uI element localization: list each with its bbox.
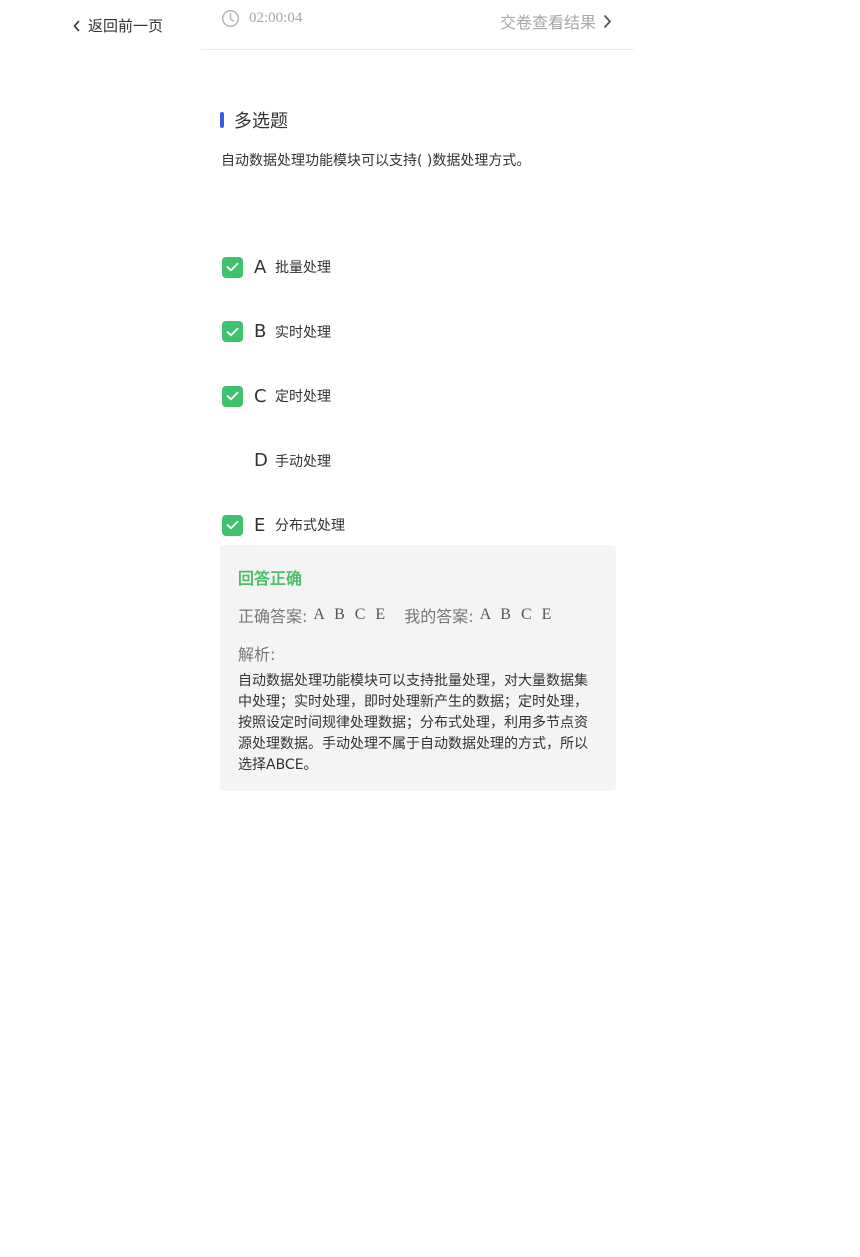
option-text: 批量处理 (275, 260, 331, 277)
accent-bar (220, 112, 224, 128)
question-type-label: 多选题 (234, 111, 288, 132)
option-text: 分布式处理 (275, 518, 345, 535)
correct-answer-label: 正确答案: (238, 607, 308, 626)
checkbox-checked-icon[interactable] (222, 514, 243, 536)
checkbox-checked-icon[interactable] (222, 256, 243, 278)
question-text: 自动数据处理功能模块可以支持( )数据处理方式。 (221, 153, 531, 169)
option-text: 定时处理 (275, 389, 331, 406)
result-status: 回答正确 (238, 569, 303, 588)
clock-icon (221, 9, 240, 28)
analysis-text: 自动数据处理功能模块可以支持批量处理，对大量数据集中处理；实时处理，即时处理新产… (238, 673, 588, 773)
back-label: 返回前一页 (88, 17, 164, 35)
option-c[interactable]: C 定时处理 (222, 364, 622, 429)
submit-label: 交卷查看结果 (499, 13, 596, 32)
my-answer-label: 我的答案: (404, 607, 474, 626)
checkbox-checked-icon[interactable] (222, 385, 243, 407)
analysis-label: 解析: (238, 645, 276, 664)
option-text: 实时处理 (275, 324, 331, 341)
option-letter: D (254, 450, 268, 472)
exam-topbar: 02:00:04 交卷查看结果 (201, 0, 634, 50)
timer: 02:00:04 (221, 9, 302, 28)
chevron-left-icon (73, 19, 80, 32)
option-letter: A (254, 256, 267, 278)
answer-panel: 回答正确 正确答案: A B C E 我的答案: A B C E 解析: 自动数… (220, 545, 616, 791)
chevron-right-icon (603, 14, 612, 28)
option-list: A 批量处理 B 实时处理 C 定时处理 D 手动处理 E 分布式处理 (222, 235, 622, 558)
option-letter: E (254, 514, 266, 536)
option-b[interactable]: B 实时处理 (222, 300, 622, 365)
correct-answer-value: A B C E (313, 606, 389, 623)
option-letter: C (254, 385, 267, 407)
my-answer-value: A B C E (479, 606, 555, 623)
option-letter: B (254, 321, 267, 343)
back-link[interactable]: 返回前一页 (72, 15, 163, 36)
checkbox-checked-icon[interactable] (222, 321, 243, 343)
option-d[interactable]: D 手动处理 (222, 429, 622, 494)
submit-view-results-button[interactable]: 交卷查看结果 (500, 9, 612, 33)
option-a[interactable]: A 批量处理 (222, 235, 622, 300)
option-text: 手动处理 (275, 453, 331, 470)
timer-value: 02:00:04 (249, 10, 303, 26)
question-type-heading: 多选题 (220, 107, 288, 133)
checkbox-unchecked-icon[interactable] (222, 450, 243, 471)
answer-summary: 正确答案: A B C E 我的答案: A B C E (238, 603, 598, 627)
